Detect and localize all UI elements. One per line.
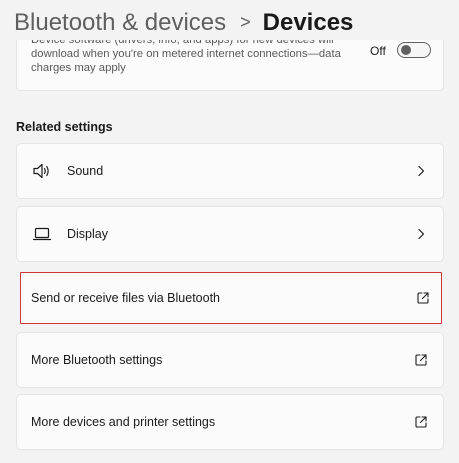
sound-row[interactable]: Sound [16,143,444,199]
speaker-icon [31,160,53,182]
more-bluetooth-settings-row[interactable]: More Bluetooth settings [16,332,444,388]
metered-download-card: Device software (drivers, info, and apps… [16,40,444,91]
toggle-knob [401,45,411,55]
more-bluetooth-settings-label: More Bluetooth settings [31,353,163,367]
breadcrumb: Bluetooth & devices > Devices [14,6,353,40]
open-external-icon [413,352,429,368]
laptop-icon [31,223,53,245]
metered-download-description: Device software (drivers, info, and apps… [31,40,341,74]
breadcrumb-parent-link[interactable]: Bluetooth & devices [14,9,226,37]
related-settings-heading: Related settings [16,120,113,134]
breadcrumb-separator-icon: > [240,11,251,32]
open-external-icon [415,290,431,306]
send-receive-bluetooth-files-label: Send or receive files via Bluetooth [31,291,220,305]
display-label: Display [67,227,108,241]
more-devices-printer-settings-row[interactable]: More devices and printer settings [16,394,444,450]
chevron-right-icon [413,226,429,242]
chevron-right-icon [413,163,429,179]
more-devices-printer-settings-label: More devices and printer settings [31,415,216,429]
send-receive-bluetooth-files-row[interactable]: Send or receive files via Bluetooth [20,272,442,324]
page-title: Devices [262,9,354,36]
open-external-icon [413,414,429,430]
sound-label: Sound [67,164,104,178]
metered-download-toggle[interactable] [397,42,431,58]
toggle-state-label: Off [370,44,386,58]
display-row[interactable]: Display [16,206,444,262]
